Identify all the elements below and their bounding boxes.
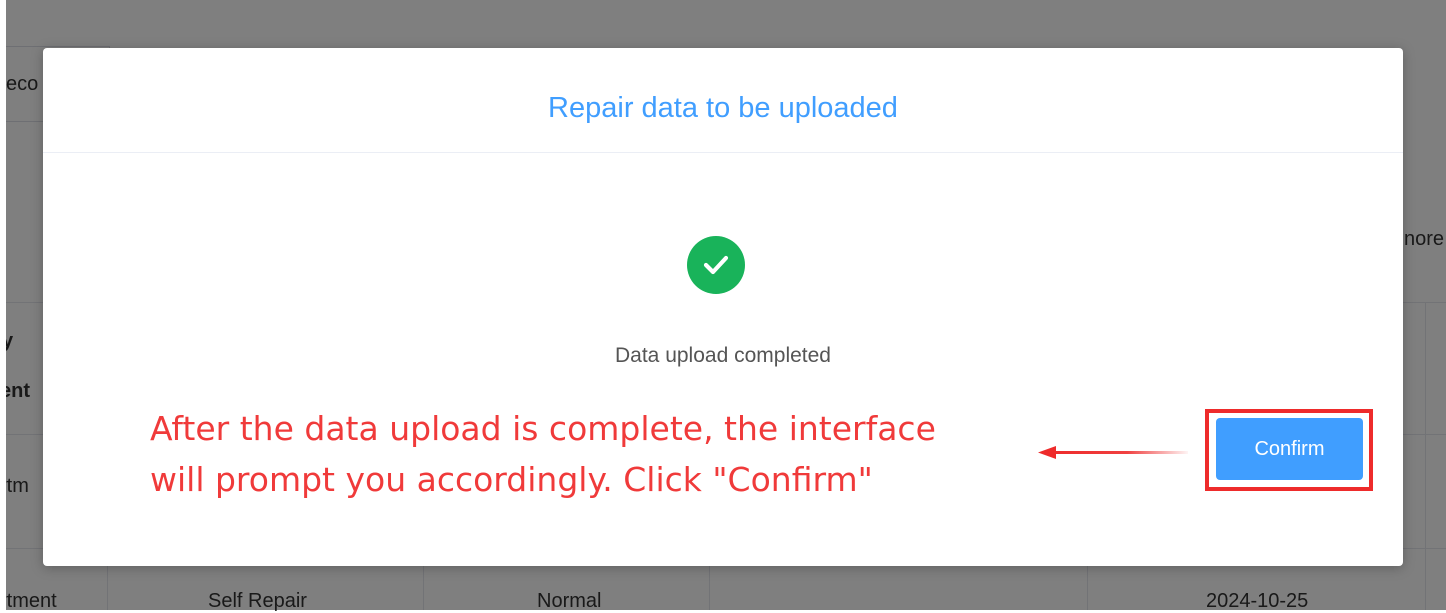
check-circle-icon bbox=[687, 236, 745, 294]
annotation-line: will prompt you accordingly. Click "Conf… bbox=[150, 460, 873, 499]
dialog-header: Repair data to be uploaded bbox=[43, 48, 1403, 153]
annotation-text: After the data upload is complete, the i… bbox=[150, 403, 1070, 505]
dialog-title: Repair data to be uploaded bbox=[548, 91, 898, 124]
annotation-line: After the data upload is complete, the i… bbox=[150, 409, 936, 448]
window-edge bbox=[0, 0, 6, 610]
confirm-button[interactable]: Confirm bbox=[1216, 418, 1363, 480]
upload-dialog: Repair data to be uploaded Data upload c… bbox=[43, 48, 1403, 566]
status-message: Data upload completed bbox=[615, 344, 831, 367]
arrow-left-icon bbox=[1038, 446, 1188, 459]
